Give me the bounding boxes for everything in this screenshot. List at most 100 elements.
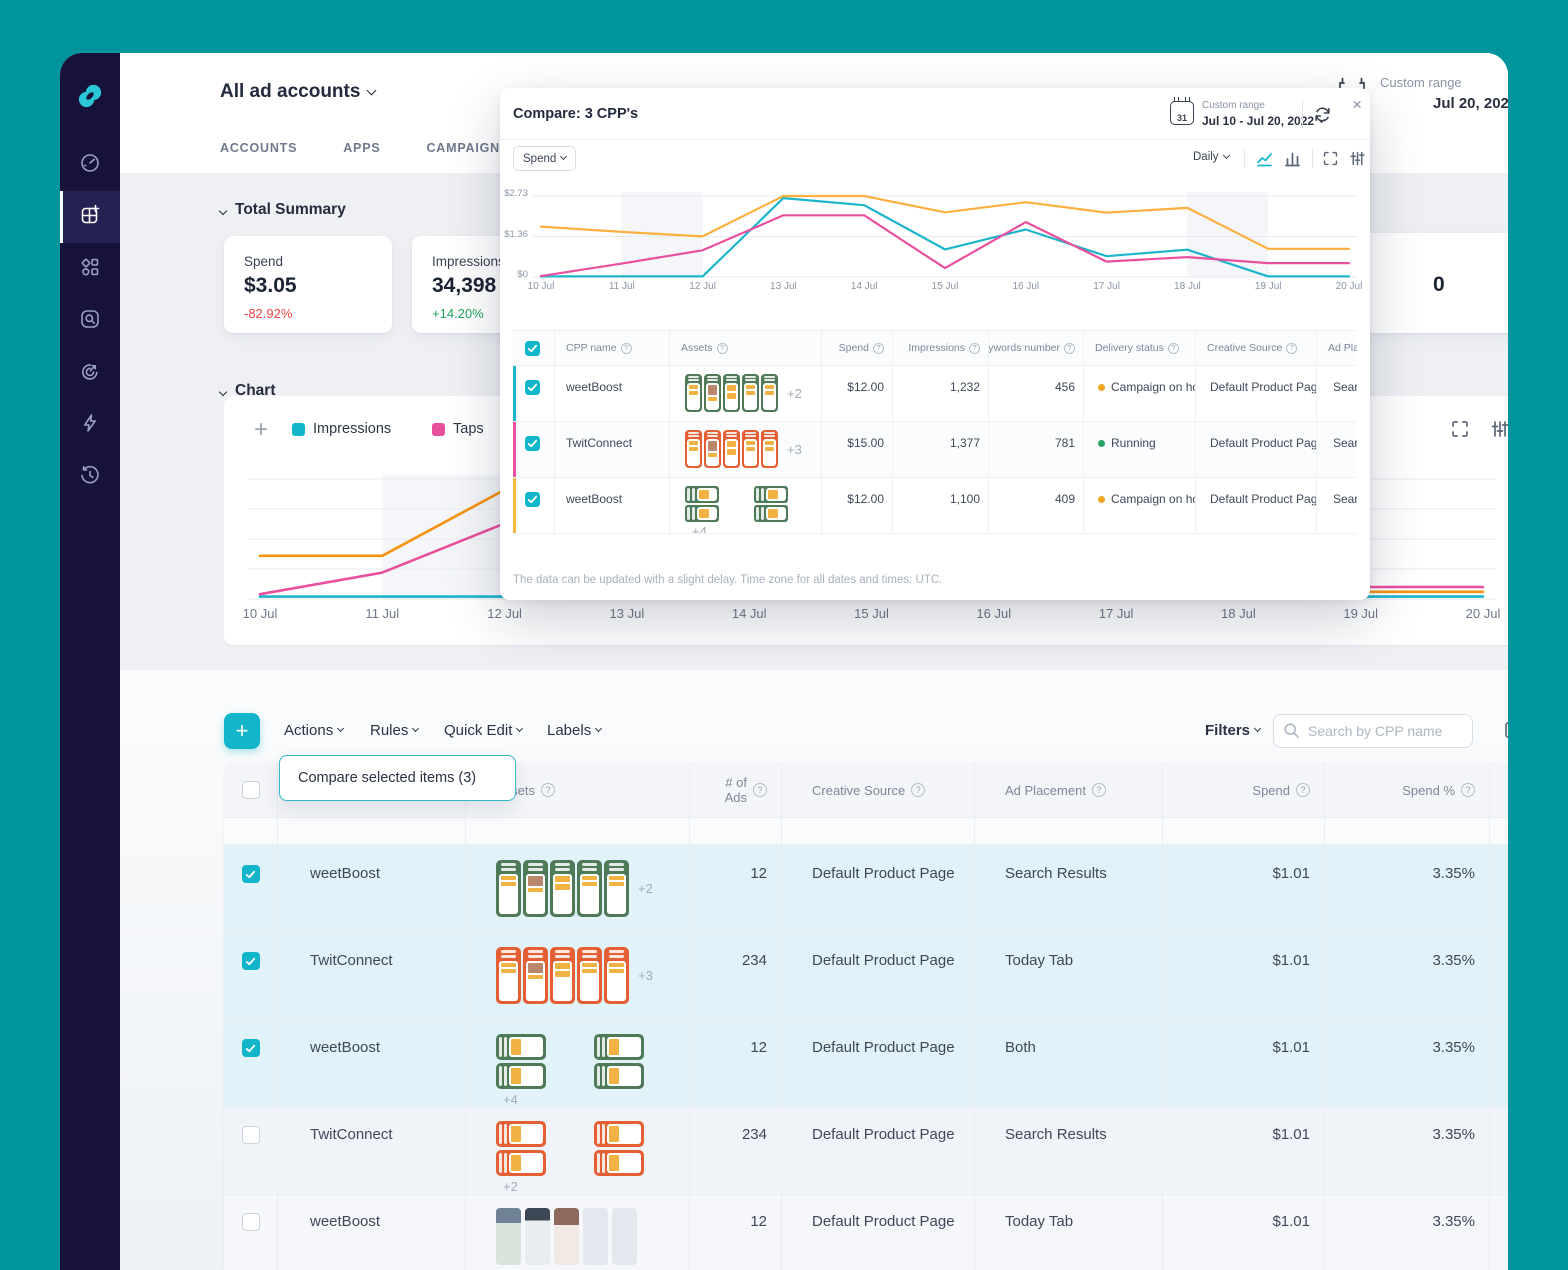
spend-pct: 3.35%: [1325, 1193, 1490, 1270]
tab-accounts[interactable]: ACCOUNTS: [220, 141, 297, 155]
col-assets[interactable]: Assets: [681, 342, 713, 354]
row-checkbox[interactable]: [242, 865, 260, 883]
info-icon[interactable]: ?: [717, 343, 728, 354]
sidebar-nav: [60, 139, 120, 503]
fullscreen-icon[interactable]: [1450, 419, 1470, 439]
creative-source: Default Product Page: [782, 845, 975, 932]
compare-dialog: Compare: 3 CPP's 31 Custom range Jul 10 …: [500, 88, 1370, 600]
chart-settings-sliders-icon[interactable]: [1349, 150, 1366, 167]
col-spend-pct[interactable]: Spend %: [1402, 783, 1455, 798]
date-range-label: Custom range: [1202, 100, 1265, 111]
row-checkbox[interactable]: [525, 492, 540, 507]
info-icon[interactable]: ?: [1286, 343, 1297, 354]
table-row[interactable]: weetBoost+2$12.001,232456Campaign on hol…: [513, 366, 1357, 422]
table-row[interactable]: weetBoost+4$12.001,100409Campaign on hol…: [513, 478, 1357, 534]
row-checkbox[interactable]: [525, 436, 540, 451]
add-cpp-button[interactable]: +: [224, 713, 260, 749]
account-selector[interactable]: All ad accounts: [220, 81, 375, 103]
col-impressions[interactable]: Impressions: [908, 342, 965, 354]
row-checkbox[interactable]: [242, 1039, 260, 1057]
rules-menu-button[interactable]: Rules: [370, 722, 418, 739]
x-axis-label: 11 Jul: [365, 606, 399, 621]
columns-settings-icon[interactable]: [1503, 719, 1508, 741]
summary-card-spend[interactable]: Spend $3.05 -82.92%: [224, 236, 392, 333]
metric-selector[interactable]: Spend: [513, 146, 576, 171]
col-delivery-status[interactable]: Delivery status: [1095, 342, 1164, 354]
col-creative-source[interactable]: Creative Source: [812, 783, 905, 798]
info-icon[interactable]: ?: [753, 783, 767, 797]
quick-edit-menu-button[interactable]: Quick Edit: [444, 722, 522, 739]
row-checkbox[interactable]: [242, 1126, 260, 1144]
chart-settings-sliders-icon[interactable]: [1490, 419, 1508, 439]
legend-item-taps[interactable]: Taps: [432, 421, 484, 437]
dialog-date-range-picker[interactable]: Jul 10 - Jul 20, 2022: [1202, 114, 1324, 128]
info-icon[interactable]: ?: [969, 343, 980, 354]
info-icon[interactable]: ?: [1461, 783, 1475, 797]
asset-thumb: [523, 860, 548, 917]
table-row[interactable]: weetBoost12Default Product PageToday Tab…: [224, 1193, 1508, 1270]
date-range-label: Custom range: [1380, 75, 1462, 90]
col-cpp-name[interactable]: CPP name: [566, 342, 617, 354]
table-row[interactable]: weetBoost+212Default Product PageSearch …: [224, 845, 1508, 932]
sidebar-item-keyword-research[interactable]: [60, 295, 120, 347]
filters-button[interactable]: Filters: [1205, 722, 1260, 739]
col-keywords-number[interactable]: Keywords number: [989, 342, 1060, 354]
col-spend[interactable]: Spend: [839, 342, 869, 354]
sidebar-item-history[interactable]: [60, 451, 120, 503]
menu-item-compare-selected[interactable]: Compare selected items (3): [298, 770, 476, 786]
tab-campaigns[interactable]: CAMPAIGNS: [426, 141, 509, 155]
info-icon[interactable]: ?: [621, 343, 632, 354]
sidebar-item-campaign-target[interactable]: [60, 347, 120, 399]
col-ad-placement[interactable]: Ad Placement: [1328, 342, 1357, 354]
labels-menu-button[interactable]: Labels: [547, 722, 601, 739]
info-icon[interactable]: ?: [911, 783, 925, 797]
sidebar-item-ad-manager[interactable]: [60, 191, 120, 243]
col-spend[interactable]: Spend: [1252, 783, 1290, 798]
x-axis-label: 15 Jul: [854, 606, 889, 621]
labels-label: Labels: [547, 722, 591, 739]
info-icon[interactable]: ?: [1296, 783, 1310, 797]
table-row[interactable]: TwitConnect+3234Default Product PageToda…: [224, 932, 1508, 1019]
grid-plus-icon: [79, 204, 101, 231]
ad-placement: Both: [975, 1019, 1163, 1108]
info-icon[interactable]: ?: [1092, 783, 1106, 797]
table-row[interactable]: TwitConnect+3$15.001,377781RunningDefaul…: [513, 422, 1357, 478]
logo-icon[interactable]: [77, 83, 103, 109]
search-box: [1273, 714, 1473, 748]
line-chart-icon[interactable]: [1256, 150, 1273, 167]
col-ad-placement[interactable]: Ad Placement: [1005, 783, 1086, 798]
select-all-checkbox[interactable]: [525, 341, 540, 356]
search-input[interactable]: [1273, 714, 1473, 748]
row-checkbox[interactable]: [525, 380, 540, 395]
sidebar-item-automation[interactable]: [60, 399, 120, 451]
info-icon[interactable]: ?: [873, 343, 884, 354]
select-all-checkbox[interactable]: [242, 781, 260, 799]
info-icon[interactable]: ?: [541, 783, 555, 797]
fullscreen-icon[interactable]: [1322, 150, 1339, 167]
ad-placement: Search Results: [975, 1106, 1163, 1195]
x-axis-label: 14 Jul: [851, 281, 878, 292]
sidebar-item-dashboard[interactable]: [60, 139, 120, 191]
tab-apps[interactable]: APPS: [343, 141, 380, 155]
bar-chart-icon[interactable]: [1284, 150, 1301, 167]
dialog-title: Compare: 3 CPP's: [513, 106, 638, 122]
table-row[interactable]: TwitConnect+2234Default Product PageSear…: [224, 1106, 1508, 1193]
row-checkbox[interactable]: [242, 1213, 260, 1231]
actions-menu-button[interactable]: Actions: [284, 722, 343, 739]
granularity-selector[interactable]: Daily: [1193, 151, 1229, 163]
close-icon[interactable]: ×: [1352, 96, 1362, 113]
asset-thumb: [496, 1208, 521, 1265]
sidebar-item-creatives[interactable]: [60, 243, 120, 295]
col-num-ads[interactable]: # of Ads: [720, 775, 747, 805]
refresh-icon[interactable]: [1314, 106, 1331, 123]
info-icon[interactable]: ?: [1064, 343, 1075, 354]
row-checkbox[interactable]: [242, 952, 260, 970]
chevron-down-icon: [1254, 725, 1261, 732]
info-icon[interactable]: ?: [1168, 343, 1179, 354]
table-row[interactable]: weetBoost+412Default Product PageBoth$1.…: [224, 1019, 1508, 1106]
total-summary-toggle[interactable]: Total Summary: [220, 201, 346, 219]
asset-thumbnails: +2: [496, 860, 689, 917]
col-creative-source[interactable]: Creative Source: [1207, 342, 1282, 354]
add-metric-icon[interactable]: +: [254, 418, 268, 442]
legend-item-impressions[interactable]: Impressions: [292, 421, 391, 437]
